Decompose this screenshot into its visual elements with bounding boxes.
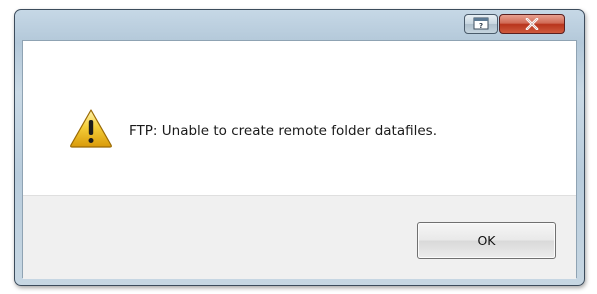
help-icon: ?	[473, 15, 489, 34]
ftp-error-dialog: ? FTP: Unable to create remote folder da…	[14, 9, 585, 286]
ok-button[interactable]: OK	[417, 222, 556, 259]
warning-icon	[69, 108, 113, 148]
svg-text:?: ?	[479, 22, 483, 30]
help-button[interactable]: ?	[464, 14, 498, 34]
error-message: FTP: Unable to create remote folder data…	[129, 123, 438, 139]
dialog-body: FTP: Unable to create remote folder data…	[22, 40, 577, 279]
close-button[interactable]	[499, 14, 565, 34]
close-icon	[525, 15, 539, 34]
button-bar: OK	[23, 195, 576, 279]
title-bar[interactable]: ?	[15, 10, 584, 40]
message-area: FTP: Unable to create remote folder data…	[23, 41, 576, 195]
